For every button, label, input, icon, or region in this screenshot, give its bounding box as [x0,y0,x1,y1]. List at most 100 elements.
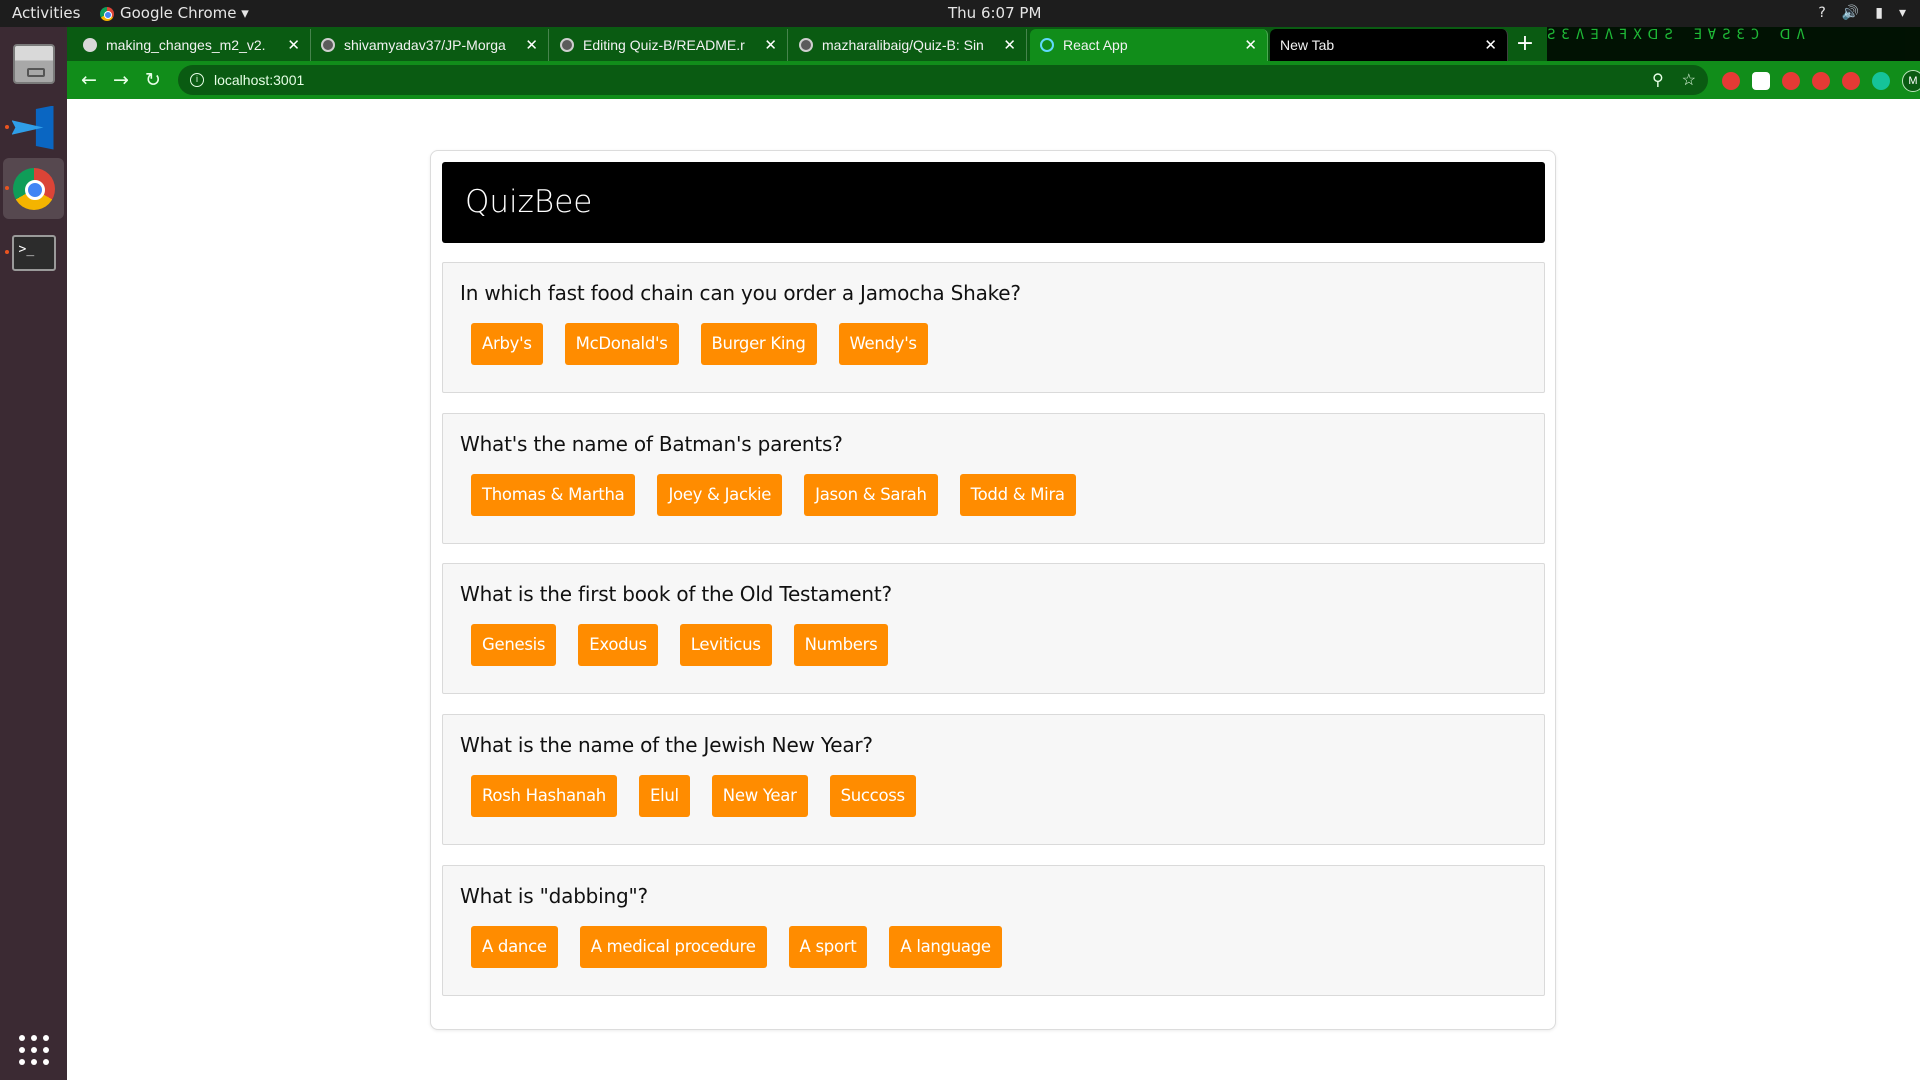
answer-button[interactable]: Rosh Hashanah [471,775,617,817]
answer-button[interactable]: Leviticus [679,624,772,666]
answer-button[interactable]: Succoss [829,775,916,817]
extension-icon[interactable] [1782,72,1800,90]
tab-title: making_changes_m2_v2. [106,37,266,53]
chrome-icon [12,167,55,210]
answer-button[interactable]: A language [889,926,1002,968]
question-card: What is the first book of the Old Testam… [442,563,1545,694]
activities-button[interactable]: Activities [12,0,80,27]
globe-icon [83,38,97,52]
quiz-title: QuizBee [442,162,1545,243]
chrome-icon [100,6,114,21]
question-text: In which fast food chain can you order a… [460,281,1021,305]
answer-button[interactable]: Numbers [793,624,889,666]
url-text[interactable]: localhost:3001 [214,72,1634,88]
answer-button[interactable]: Elul [638,775,690,817]
answer-button[interactable]: Arby's [471,323,543,365]
mail-extension-icon[interactable] [1752,72,1770,90]
answer-button[interactable]: Genesis [471,624,557,666]
clock[interactable]: Thu 6:07 PM [948,0,1041,27]
question-card: What's the name of Batman's parents? Tho… [442,413,1545,544]
answer-button[interactable]: Thomas & Martha [471,474,636,516]
github-icon [321,38,335,52]
back-button[interactable]: ← [73,64,105,96]
terminal-icon: >_ [11,234,56,271]
help-icon[interactable]: ? [1818,0,1825,27]
react-icon [1040,38,1054,52]
answer-button[interactable]: A dance [471,926,558,968]
dock-files[interactable] [3,33,64,94]
new-tab-button[interactable]: + [1512,31,1538,57]
answer-group: Genesis Exodus Leviticus Numbers [471,624,889,666]
address-bar[interactable]: i localhost:3001 ⚲ ☆ [178,65,1708,95]
close-tab-icon[interactable]: ✕ [1484,36,1497,54]
answer-button[interactable]: Joey & Jackie [657,474,783,516]
system-tray[interactable]: ? 🔊 ▮ ▾ [1818,0,1906,27]
close-tab-icon[interactable]: ✕ [287,36,300,54]
browser-tab[interactable]: Editing Quiz-B/README.r ✕ [550,29,788,61]
volume-icon[interactable]: 🔊 [1842,0,1859,27]
close-tab-icon[interactable]: ✕ [1244,36,1257,54]
answer-button[interactable]: A medical procedure [579,926,767,968]
answer-group: Arby's McDonald's Burger King Wendy's [471,323,928,365]
answer-button[interactable]: Todd & Mira [959,474,1076,516]
github-icon [560,38,574,52]
app-menu-label: Google Chrome ▾ [120,4,249,22]
gnome-top-bar: Activities Google Chrome ▾ Thu 6:07 PM ?… [0,0,1920,27]
answer-button[interactable]: Exodus [578,624,658,666]
dock: >_ [0,27,67,1080]
browser-tab[interactable]: making_changes_m2_v2. ✕ [73,29,311,61]
browser-tab[interactable]: shivamyadav37/JP-Morga ✕ [311,29,549,61]
answer-button[interactable]: McDonald's [564,323,679,365]
extension-icon[interactable] [1812,72,1830,90]
battery-icon[interactable]: ▮ [1875,0,1883,27]
quiz-container: QuizBee In which fast food chain can you… [430,150,1556,1030]
reload-button[interactable]: ↻ [137,64,169,96]
answer-button[interactable]: Jason & Sarah [804,474,938,516]
question-card: What is the name of the Jewish New Year?… [442,714,1545,845]
browser-tab[interactable]: mazharalibaig/Quiz-B: Sin ✕ [789,29,1027,61]
close-tab-icon[interactable]: ✕ [525,36,538,54]
vscode-icon [12,106,56,150]
answer-group: Rosh Hashanah Elul New Year Succoss [471,775,916,817]
answer-group: Thomas & Martha Joey & Jackie Jason & Sa… [471,474,1076,516]
close-tab-icon[interactable]: ✕ [764,36,777,54]
question-card: What is "dabbing"? A dance A medical pro… [442,865,1545,996]
answer-button[interactable]: Burger King [700,323,817,365]
running-indicator [5,186,9,190]
github-icon [799,38,813,52]
close-tab-icon[interactable]: ✕ [1003,36,1016,54]
answer-button[interactable]: Wendy's [838,323,928,365]
browser-window: making_changes_m2_v2. ✕ shivamyadav37/JP… [67,27,1920,1080]
browser-toolbar: ← → ↻ i localhost:3001 ⚲ ☆ M ⋮ [67,61,1920,99]
answer-button[interactable]: New Year [711,775,808,817]
dock-terminal[interactable]: >_ [3,222,64,283]
running-indicator [5,125,9,129]
forward-button[interactable]: → [105,64,137,96]
tab-title: mazharalibaig/Quiz-B: Sin [822,37,984,53]
files-icon [12,43,55,84]
site-info-icon[interactable]: i [190,73,204,87]
browser-tab[interactable]: New Tab ✕ [1270,29,1508,61]
show-applications-button[interactable] [3,1019,64,1080]
extension-icon[interactable] [1842,72,1860,90]
question-text: What's the name of Batman's parents? [460,432,843,456]
question-text: What is the name of the Jewish New Year? [460,733,873,757]
tab-title: New Tab [1280,37,1335,53]
bookmark-star-icon[interactable]: ☆ [1682,70,1696,90]
profile-avatar[interactable]: M [1902,70,1920,92]
app-grid-icon [18,1034,49,1065]
answer-button[interactable]: A sport [788,926,868,968]
browser-tab-active[interactable]: React App ✕ [1030,29,1268,61]
dock-vscode[interactable] [3,97,64,158]
extensions-area: M ⋮ [1722,70,1920,92]
question-text: What is "dabbing"? [460,884,648,908]
dock-chrome[interactable] [3,158,64,219]
extension-icon[interactable] [1722,72,1740,90]
system-menu-arrow-icon[interactable]: ▾ [1899,0,1906,27]
app-menu[interactable]: Google Chrome ▾ [100,0,249,27]
tab-strip: making_changes_m2_v2. ✕ shivamyadav37/JP… [67,27,1920,61]
tab-title: shivamyadav37/JP-Morga [344,37,506,53]
grammarly-icon[interactable] [1872,72,1890,90]
zoom-icon[interactable]: ⚲ [1652,70,1664,90]
theme-matrix-decoration: ƧƐɅ∃ɅꟻXᗡƧ ƎⱯƧƐϽ ᗡɅ [1547,27,1920,61]
